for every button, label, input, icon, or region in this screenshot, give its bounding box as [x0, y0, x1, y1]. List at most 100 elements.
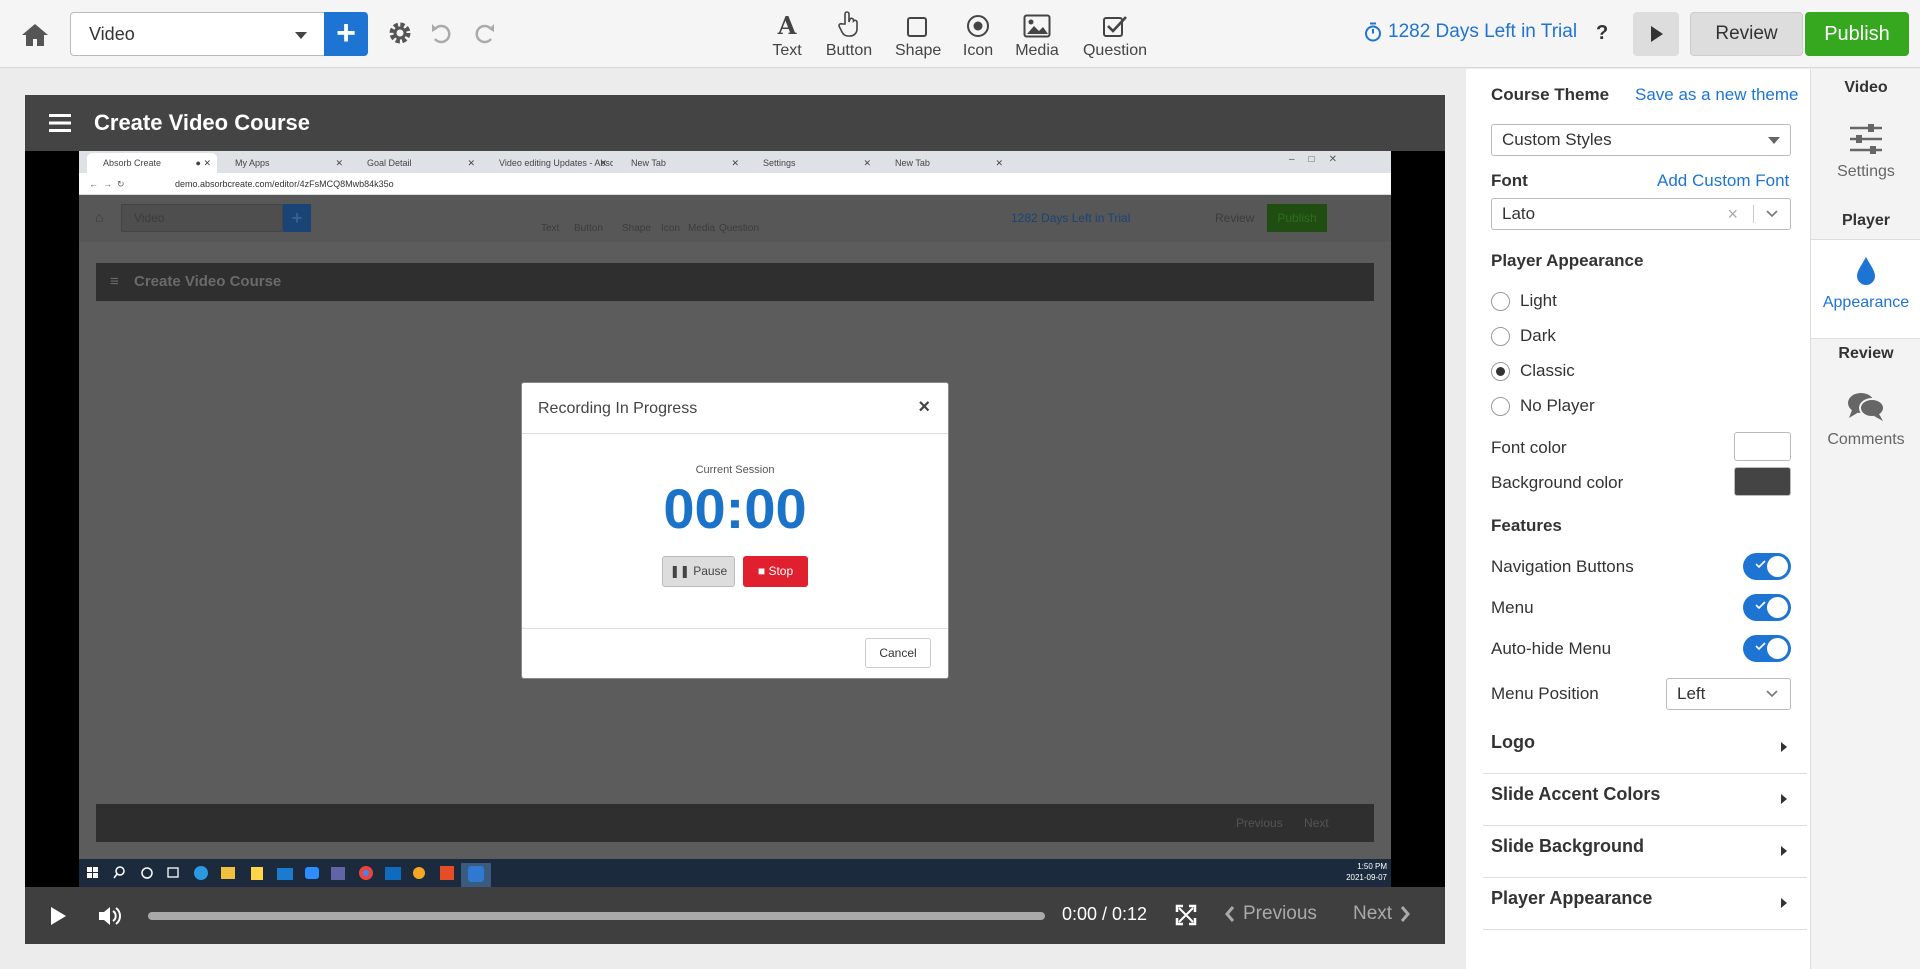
appearance-panel: Course Theme Save as a new theme Custom …: [1466, 69, 1810, 969]
taskbar-time: 1:50 PM: [1357, 862, 1387, 871]
browser-tab-label: New Tab: [895, 158, 930, 168]
nav-comments[interactable]: Comments: [1811, 391, 1920, 449]
menu-position-select[interactable]: Left: [1666, 678, 1791, 710]
progress-bar[interactable]: [148, 912, 1045, 920]
browser-url: demo.absorbcreate.com/editor/4zFsMCQ8Mwb…: [175, 179, 394, 189]
undo-icon[interactable]: [428, 18, 456, 48]
play-icon: [51, 907, 66, 925]
browser-tab: Goal Detail ✕: [367, 158, 475, 168]
recorded-player-controls: Previous Next: [96, 804, 1374, 842]
browser-tab: Video editing Updates - Absorb ✕: [483, 153, 613, 173]
navigation-buttons-toggle[interactable]: [1743, 553, 1791, 580]
auto-hide-menu-toggle[interactable]: [1743, 635, 1791, 662]
menu-toggle[interactable]: [1743, 594, 1791, 621]
browser-tab-strip: Absorb Create ● ✕ My Apps ✕ Goal Detail ✕ V…: [79, 151, 1391, 173]
tool-media[interactable]: Media: [1013, 10, 1061, 60]
tool-shape-label: Shape: [895, 42, 942, 59]
features-label: Features: [1491, 516, 1562, 535]
top-toolbar: Video + A Text Button Shape Icon Media Q…: [0, 0, 1920, 68]
svg-text:A: A: [777, 12, 797, 38]
publish-button[interactable]: Publish: [1805, 12, 1909, 56]
section-player-appearance[interactable]: Player Appearance: [1483, 878, 1807, 930]
windows-taskbar: 1:50 PM 2021-09-07: [79, 859, 1391, 887]
nav-settings[interactable]: Settings: [1811, 123, 1920, 181]
pause-button: ❚❚ Pause: [662, 556, 735, 587]
font-select[interactable]: Lato ×: [1491, 198, 1791, 230]
background-color-swatch[interactable]: [1734, 467, 1791, 496]
radio-no-player[interactable]: [1491, 397, 1510, 416]
fullscreen-button[interactable]: [1175, 904, 1197, 926]
radio-classic[interactable]: [1491, 362, 1510, 381]
tool-question[interactable]: Question: [1080, 10, 1150, 60]
recorded-tool: Text: [541, 223, 560, 234]
recorded-trial-text: 1282 Days Left in Trial: [1011, 211, 1131, 225]
trial-indicator[interactable]: 1282 Days Left in Trial: [1364, 21, 1577, 43]
clear-icon[interactable]: ×: [1727, 199, 1738, 229]
cancel-button: Cancel: [865, 638, 931, 668]
tool-text[interactable]: A Text: [770, 10, 804, 60]
caret-right-icon: [1781, 742, 1787, 752]
recorded-publish: Publish: [1267, 204, 1327, 232]
font-label: Font: [1491, 171, 1528, 190]
player-controls: 0:00 / 0:12 Previous Next: [25, 887, 1445, 944]
add-page-button[interactable]: +: [324, 12, 368, 56]
feature-navigation-label: Navigation Buttons: [1491, 557, 1634, 576]
player-appearance-label: Player Appearance: [1491, 251, 1644, 270]
redo-icon[interactable]: [470, 18, 498, 48]
target-icon: [960, 10, 996, 38]
tool-text-label: Text: [772, 42, 802, 59]
browser-tab-label: Absorb Create: [103, 158, 162, 168]
video-frame: Absorb Create ● ✕ My Apps ✕ Goal Detail ✕ V…: [79, 151, 1391, 887]
browser-tab-label: New Tab: [631, 158, 666, 168]
play-icon: [1651, 26, 1663, 42]
save-theme-link[interactable]: Save as a new theme: [1635, 85, 1798, 105]
gear-icon[interactable]: [386, 18, 414, 48]
radio-dark[interactable]: [1491, 327, 1510, 346]
chevron-down-icon: [295, 32, 307, 39]
background-color-label: Background color: [1491, 473, 1624, 492]
radio-light[interactable]: [1491, 292, 1510, 311]
time-display: 0:00 / 0:12: [1062, 904, 1148, 924]
chevron-down-icon: [1768, 137, 1780, 144]
previous-button[interactable]: Previous: [1225, 903, 1317, 925]
volume-button[interactable]: [97, 905, 123, 927]
stop-button: ■ Stop: [743, 556, 808, 587]
tool-button[interactable]: Button: [822, 10, 876, 60]
next-button[interactable]: Next: [1353, 903, 1411, 925]
section-slide-background[interactable]: Slide Background: [1483, 826, 1807, 878]
tool-shape[interactable]: Shape: [895, 10, 942, 60]
chevron-down-icon: [1766, 210, 1778, 218]
add-custom-font-link[interactable]: Add Custom Font: [1657, 171, 1789, 191]
radio-no-player-label: No Player: [1520, 396, 1595, 415]
section-logo[interactable]: Logo: [1483, 722, 1807, 774]
review-button[interactable]: Review: [1690, 12, 1803, 56]
recorded-course-title: Create Video Course: [134, 273, 282, 290]
help-button[interactable]: ?: [1596, 22, 1608, 45]
comments-icon: [1811, 391, 1920, 423]
modal-title: Recording In Progress: [538, 400, 698, 417]
font-color-swatch[interactable]: [1734, 432, 1791, 461]
nav-appearance[interactable]: Appearance: [1811, 239, 1920, 339]
radio-classic-label: Classic: [1520, 361, 1575, 380]
play-button[interactable]: [49, 906, 67, 926]
browser-address-bar: ← → ↻ demo.absorbcreate.com/editor/4zFsM…: [79, 173, 1391, 195]
recorded-page-select: Video: [121, 204, 283, 232]
home-icon[interactable]: [20, 22, 50, 48]
theme-select[interactable]: Custom Styles: [1491, 124, 1791, 156]
tool-icon[interactable]: Icon: [960, 10, 996, 60]
chevron-left-icon: [1225, 906, 1235, 922]
caret-right-icon: [1781, 898, 1787, 908]
caret-right-icon: [1781, 794, 1787, 804]
next-label: Next: [1353, 903, 1393, 924]
preview-play-button[interactable]: [1633, 12, 1679, 56]
feature-autohide-label: Auto-hide Menu: [1491, 639, 1612, 658]
radio-light-label: Light: [1520, 291, 1557, 310]
browser-tab: New Tab ✕: [895, 158, 1003, 168]
fullscreen-icon: [1175, 904, 1197, 926]
menu-icon[interactable]: [49, 113, 71, 133]
page-select[interactable]: Video: [70, 12, 326, 56]
nav-header-review: Review: [1838, 345, 1894, 362]
modal-body: Current Session 00:00 ❚❚ Pause ■ Stop: [522, 434, 948, 629]
section-slide-accent-colors[interactable]: Slide Accent Colors: [1483, 774, 1807, 826]
section-accent-label: Slide Accent Colors: [1491, 784, 1661, 804]
